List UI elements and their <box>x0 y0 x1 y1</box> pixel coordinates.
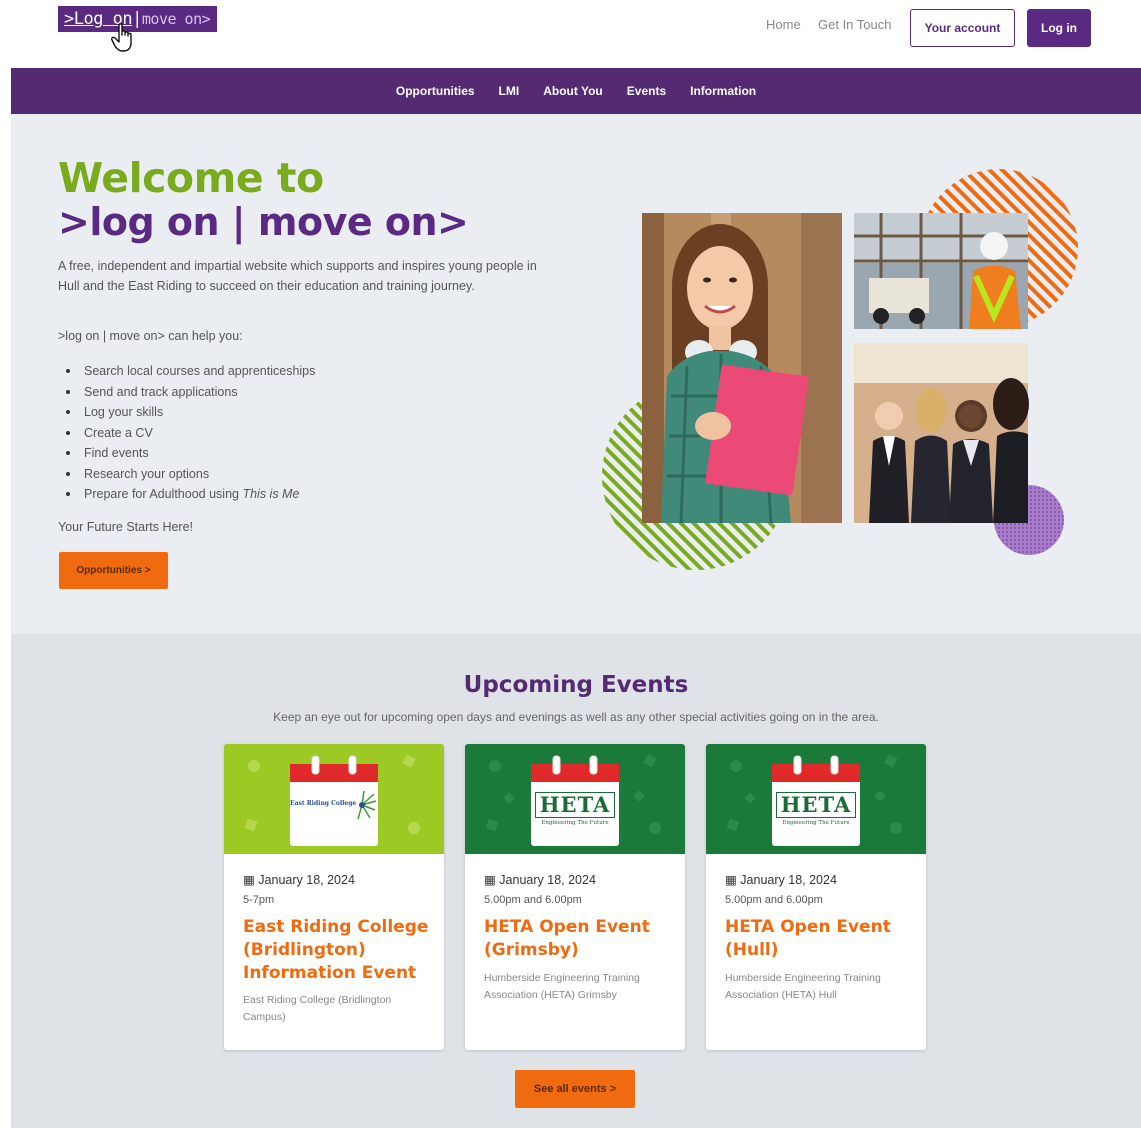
nav-item-information[interactable]: Information <box>678 84 768 98</box>
event-title[interactable]: East Riding College (Bridlington) Inform… <box>243 916 433 985</box>
hero-title-welcome: Welcome to <box>58 154 324 202</box>
feature-list: Search local courses and apprenticeships… <box>58 361 315 505</box>
event-title[interactable]: HETA Open Event (Hull) <box>725 916 915 962</box>
heta-logo: HETA <box>776 792 856 818</box>
hero-section: Welcome to >log on | move on> A free, in… <box>11 114 1141 634</box>
log-in-button[interactable]: Log in <box>1027 9 1091 47</box>
event-location: Humberside Engineering Training Associat… <box>725 972 881 1001</box>
east-riding-college-logo-text: East Riding College <box>290 800 357 807</box>
list-item: Search local courses and apprenticeships <box>58 361 315 382</box>
event-date: ▦ January 18, 2024 <box>243 873 355 887</box>
hero-title-brand: >log on | move on> <box>58 200 469 244</box>
event-card[interactable]: East Riding College ▦ January 18, 2024 5… <box>224 744 444 1050</box>
event-time: 5.00pm and 6.00pm <box>484 894 582 906</box>
get-in-touch-link[interactable]: Get In Touch <box>818 17 891 32</box>
list-item: Research your options <box>58 464 315 485</box>
nav-item-opportunities[interactable]: Opportunities <box>384 84 487 98</box>
calendar-small-icon: ▦ <box>725 873 741 887</box>
events-section: Upcoming Events Keep an eye out for upco… <box>11 634 1141 1128</box>
hero-image-collage <box>602 169 1078 570</box>
students-photo <box>854 343 1029 523</box>
calendar-small-icon: ▦ <box>243 873 259 887</box>
this-is-me-link[interactable]: This is Me <box>242 487 299 501</box>
list-item: Prepare for Adulthood using This is Me <box>58 484 315 505</box>
event-time: 5-7pm <box>243 894 275 906</box>
heta-logo: HETA <box>535 792 615 818</box>
event-date: ▦ January 18, 2024 <box>484 873 596 887</box>
event-date: ▦ January 18, 2024 <box>725 873 837 887</box>
event-location: East Riding College (Bridlington Campus) <box>243 994 392 1023</box>
see-all-events-button[interactable]: See all events > <box>515 1070 635 1108</box>
list-item: Create a CV <box>58 423 315 444</box>
opportunities-button[interactable]: Opportunities > <box>59 552 168 589</box>
heta-logo-tagline: Engineering The Future <box>541 820 609 826</box>
your-account-button[interactable]: Your account <box>910 9 1015 47</box>
hero-help-text: >log on | move on> can help you: <box>58 329 243 343</box>
home-link[interactable]: Home <box>766 17 801 32</box>
heta-logo-tagline: Engineering The Future <box>782 820 850 826</box>
construction-photo <box>854 213 1028 329</box>
list-item: Find events <box>58 443 315 464</box>
list-item: Log your skills <box>58 402 315 423</box>
student-photo <box>642 213 842 524</box>
future-text: Your Future Starts Here! <box>58 520 194 534</box>
nav-item-about-you[interactable]: About You <box>531 84 615 98</box>
event-title[interactable]: HETA Open Event (Grimsby) <box>484 916 674 962</box>
events-subtitle: Keep an eye out for upcoming open days a… <box>273 710 879 724</box>
nav-item-events[interactable]: Events <box>615 84 678 98</box>
list-item: Send and track applications <box>58 382 315 403</box>
nav-item-lmi[interactable]: LMI <box>487 84 532 98</box>
event-location: Humberside Engineering Training Associat… <box>484 972 640 1001</box>
event-time: 5.00pm and 6.00pm <box>725 894 823 906</box>
hero-intro-text: A free, independent and impartial websit… <box>58 259 537 293</box>
hand-cursor-icon <box>111 23 132 52</box>
calendar-small-icon: ▦ <box>484 873 500 887</box>
event-card[interactable]: HETA Engineering The Future ▦ January 18… <box>706 744 926 1050</box>
logo-move-on: move on> <box>141 10 211 28</box>
list-item-text: Prepare for Adulthood using <box>84 487 239 501</box>
main-nav: Opportunities LMI About You Events Infor… <box>11 68 1141 114</box>
event-card[interactable]: HETA Engineering The Future ▦ January 18… <box>465 744 685 1050</box>
events-title: Upcoming Events <box>463 672 689 698</box>
site-header: >Log on|move on> Home Get In Touch Your … <box>0 0 1141 68</box>
